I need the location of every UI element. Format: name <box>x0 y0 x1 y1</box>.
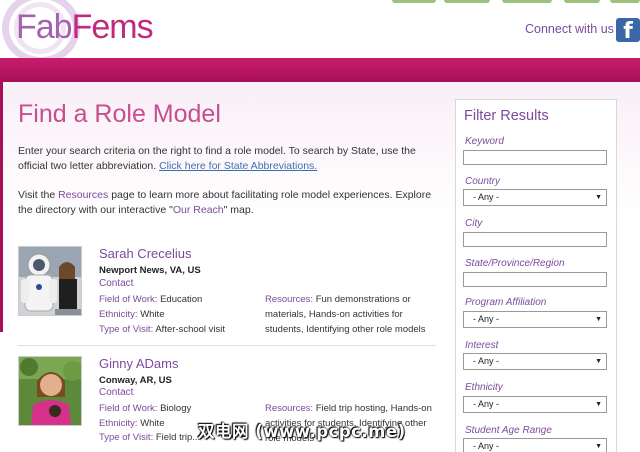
student-age-range-select[interactable]: - Any - ▼ <box>463 438 607 452</box>
ethnicity-row: Ethnicity: White <box>99 309 165 320</box>
intro-paragraph: Enter your search criteria on the right … <box>18 145 416 172</box>
role-model-location: Newport News, VA, US <box>99 265 201 276</box>
ethnicity-row: Ethnicity: White <box>99 418 165 429</box>
state-abbreviations-link[interactable]: Click here for State Abbreviations. <box>159 160 317 172</box>
role-model-name[interactable]: Sarah Crecelius <box>99 246 192 261</box>
filter-title: Filter Results <box>464 108 549 124</box>
chevron-down-icon: ▼ <box>595 401 602 408</box>
contact-link[interactable]: Contact <box>99 387 133 398</box>
watermark: 双电网 (www.pcpc.me) <box>198 422 406 441</box>
top-nav-tab[interactable] <box>444 0 490 3</box>
role-model-name[interactable]: Ginny ADams <box>99 356 178 371</box>
site-header: FabFems Connect with us f <box>0 0 640 64</box>
field-of-work-row: Field of Work: Biology <box>99 403 192 414</box>
chevron-down-icon: ▼ <box>595 443 602 450</box>
state-label: State/Province/Region <box>465 258 565 269</box>
state-input[interactable] <box>463 272 607 287</box>
keyword-label: Keyword <box>465 136 504 147</box>
keyword-input[interactable] <box>463 150 607 165</box>
program-affiliation-select[interactable]: - Any - ▼ <box>463 311 607 328</box>
role-model-photo[interactable] <box>18 246 82 316</box>
visit-paragraph: Visit the Resources page to learn more a… <box>18 189 432 216</box>
resources-link[interactable]: Resources <box>58 189 108 201</box>
role-model-photo[interactable] <box>18 356 82 426</box>
interest-select[interactable]: - Any - ▼ <box>463 353 607 370</box>
filter-panel: Filter Results Keyword Country - Any - ▼ … <box>455 99 617 452</box>
resources-block: Resources: Fun demonstrations or materia… <box>265 294 426 335</box>
left-accent-bar <box>0 82 3 332</box>
city-label: City <box>465 218 483 229</box>
program-affiliation-label: Program Affiliation <box>465 297 547 308</box>
page-title: Find a Role Model <box>18 100 221 128</box>
role-model-location: Conway, AR, US <box>99 375 172 386</box>
role-model-entry: Sarah Crecelius Newport News, VA, US Con… <box>18 246 436 341</box>
contact-link[interactable]: Contact <box>99 278 133 289</box>
chevron-down-icon: ▼ <box>595 316 602 323</box>
student-age-range-label: Student Age Range <box>465 425 552 436</box>
top-nav-tab[interactable] <box>392 0 436 3</box>
interest-label: Interest <box>465 340 499 351</box>
ethnicity-select[interactable]: - Any - ▼ <box>463 396 607 413</box>
facebook-icon[interactable]: f <box>616 18 640 42</box>
type-of-visit-row: Type of Visit: After-school visit <box>99 324 226 335</box>
type-of-visit-row: Type of Visit: Field trip... <box>99 432 201 443</box>
header-band <box>0 58 640 82</box>
top-nav-tab[interactable] <box>502 0 552 3</box>
city-input[interactable] <box>463 232 607 247</box>
our-reach-link[interactable]: Our Reach <box>173 204 224 216</box>
top-nav-tab[interactable] <box>564 0 600 3</box>
country-select[interactable]: - Any - ▼ <box>463 189 607 206</box>
top-nav-tab[interactable] <box>610 0 640 3</box>
chevron-down-icon: ▼ <box>595 194 602 201</box>
chevron-down-icon: ▼ <box>595 358 602 365</box>
country-label: Country <box>465 176 501 187</box>
field-of-work-row: Field of Work: Education <box>99 294 203 305</box>
site-logo[interactable]: FabFems <box>16 8 154 47</box>
ethnicity-label: Ethnicity <box>465 382 503 393</box>
entry-divider <box>18 345 436 346</box>
connect-with-us-label: Connect with us <box>525 22 614 36</box>
